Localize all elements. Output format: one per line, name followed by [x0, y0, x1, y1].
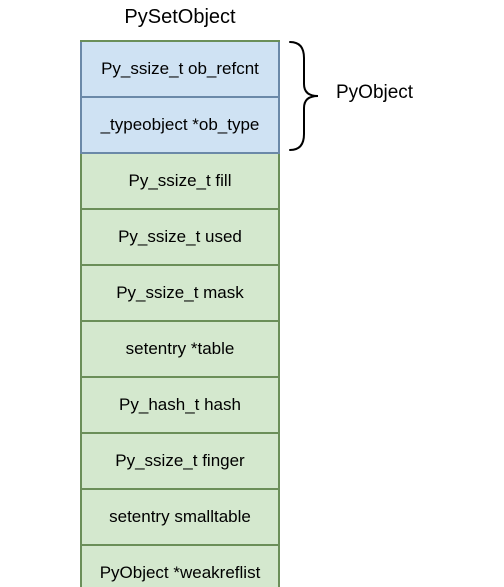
- struct-field-label: PyObject *weakreflist: [100, 563, 261, 583]
- struct-table: Py_ssize_t ob_refcnt _typeobject *ob_typ…: [80, 40, 280, 587]
- brace-label: PyObject: [336, 82, 413, 104]
- diagram-canvas: PySetObject Py_ssize_t ob_refcnt _typeob…: [0, 0, 504, 587]
- struct-field-label: Py_ssize_t mask: [116, 283, 244, 303]
- struct-row: Py_ssize_t fill: [80, 154, 280, 210]
- struct-row: _typeobject *ob_type: [80, 98, 280, 154]
- struct-field-label: Py_ssize_t finger: [115, 451, 244, 471]
- struct-row: Py_ssize_t mask: [80, 266, 280, 322]
- struct-field-label: Py_ssize_t used: [118, 227, 242, 247]
- struct-field-label: Py_hash_t hash: [119, 395, 241, 415]
- struct-field-label: _typeobject *ob_type: [101, 115, 260, 135]
- struct-field-label: setentry smalltable: [109, 507, 251, 527]
- struct-field-label: Py_ssize_t fill: [129, 171, 232, 191]
- struct-title: PySetObject: [80, 6, 280, 29]
- struct-row: Py_ssize_t finger: [80, 434, 280, 490]
- struct-field-label: Py_ssize_t ob_refcnt: [101, 59, 259, 79]
- struct-row: setentry *table: [80, 322, 280, 378]
- struct-row: Py_hash_t hash: [80, 378, 280, 434]
- struct-row: Py_ssize_t ob_refcnt: [80, 42, 280, 98]
- struct-row: Py_ssize_t used: [80, 210, 280, 266]
- struct-row: PyObject *weakreflist: [80, 546, 280, 587]
- struct-row: setentry smalltable: [80, 490, 280, 546]
- brace-icon: [286, 40, 322, 152]
- struct-field-label: setentry *table: [126, 339, 235, 359]
